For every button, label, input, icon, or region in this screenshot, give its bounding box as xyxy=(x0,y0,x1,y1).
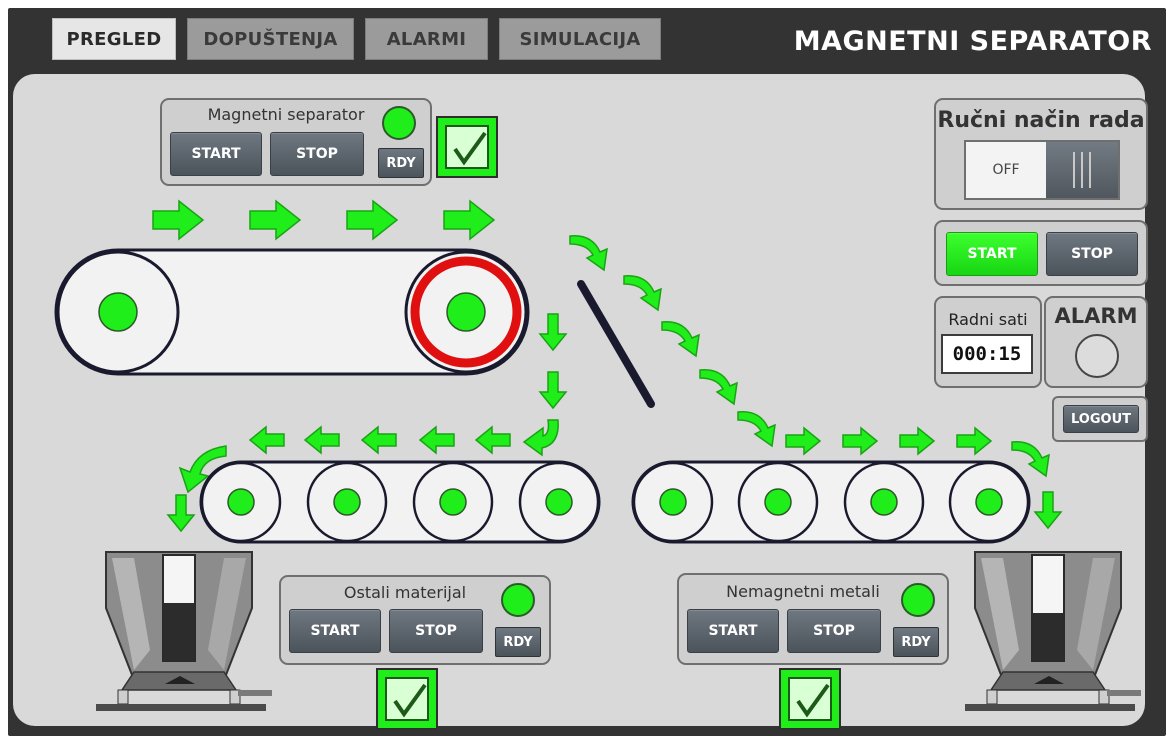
main-stop-button[interactable]: STOP xyxy=(1046,232,1138,276)
flow-arrow-icon xyxy=(167,494,195,532)
flow-arrow-icon xyxy=(737,411,776,447)
alarm-indicator-icon xyxy=(1075,334,1119,378)
flow-arrow-icon xyxy=(623,275,662,311)
other-material-panel: Ostali materijal START STOP RDY xyxy=(279,575,551,665)
nonmagnetic-metals-panel: Nemagnetni metali START STOP RDY xyxy=(677,573,949,665)
flow-arrow-icon xyxy=(699,369,738,405)
stop-button[interactable]: STOP xyxy=(270,132,364,176)
flow-arrow-icon xyxy=(522,419,559,457)
level-fill xyxy=(1033,613,1063,660)
status-led-icon xyxy=(901,583,935,617)
right-hopper-level xyxy=(1031,554,1065,662)
right-conveyor xyxy=(631,460,1031,544)
magnetic-separator-panel: Magnetni separator START STOP RDY xyxy=(160,98,432,186)
grip-icon xyxy=(1073,152,1091,188)
flow-arrow-icon xyxy=(539,313,567,351)
magnetic-separator-enable-checkbox[interactable] xyxy=(436,116,498,178)
alarm-panel: ALARM xyxy=(1044,296,1148,388)
checkmark-icon xyxy=(453,131,487,166)
level-fill xyxy=(164,602,194,660)
checkmark-icon xyxy=(393,683,427,718)
flow-arrow-icon xyxy=(539,371,567,409)
rdy-button[interactable]: RDY xyxy=(893,627,939,657)
main-conveyor xyxy=(54,248,530,376)
flow-arrow-icon xyxy=(956,427,992,455)
flow-arrow-icon xyxy=(1034,491,1062,529)
flow-arrow-icon xyxy=(152,200,204,240)
left-hopper-level xyxy=(162,554,196,662)
flow-arrow-icon xyxy=(661,321,700,357)
flow-arrow-icon xyxy=(249,200,301,240)
flow-arrow-icon xyxy=(899,427,935,455)
separator-plate xyxy=(577,280,655,408)
flow-arrow-icon xyxy=(419,426,455,454)
nonmagnetic-metals-enable-checkbox[interactable] xyxy=(779,668,841,730)
status-led-icon xyxy=(382,106,416,140)
rdy-button[interactable]: RDY xyxy=(378,148,424,178)
flow-arrow-icon xyxy=(569,235,608,271)
hmi-screen: PREGLED DOPUŠTENJA ALARMI SIMULACIJA MAG… xyxy=(0,0,1173,744)
flow-arrow-icon xyxy=(475,426,511,454)
left-conveyor xyxy=(199,460,601,544)
work-hours-value: 000:15 xyxy=(941,334,1033,374)
start-button[interactable]: START xyxy=(289,609,381,653)
panel-title: Ručni način rada xyxy=(937,108,1145,133)
manual-mode-toggle[interactable]: OFF xyxy=(964,140,1120,200)
main-start-button[interactable]: START xyxy=(946,232,1038,276)
status-led-icon xyxy=(501,583,535,617)
start-button[interactable]: START xyxy=(170,132,262,176)
other-material-enable-checkbox[interactable] xyxy=(376,668,438,730)
toggle-knob[interactable] xyxy=(1046,142,1118,198)
logout-button[interactable]: LOGOUT xyxy=(1063,405,1139,433)
flow-arrow-icon xyxy=(361,426,397,454)
flow-arrow-icon xyxy=(346,200,398,240)
flow-arrow-icon xyxy=(443,200,495,240)
panel-title: Radni sati xyxy=(948,310,1028,329)
stop-button[interactable]: STOP xyxy=(787,609,881,653)
flow-arrow-icon xyxy=(785,427,821,455)
checkmark-icon xyxy=(796,683,830,718)
flow-arrow-icon xyxy=(249,426,285,454)
panel-title: ALARM xyxy=(1054,304,1138,328)
flow-arrow-icon xyxy=(1011,441,1050,477)
stop-button[interactable]: STOP xyxy=(389,609,483,653)
start-button[interactable]: START xyxy=(687,609,779,653)
rdy-button[interactable]: RDY xyxy=(495,627,541,657)
toggle-off-label: OFF xyxy=(966,142,1046,198)
flow-arrow-icon xyxy=(842,427,878,455)
flow-arrow-icon xyxy=(304,426,340,454)
